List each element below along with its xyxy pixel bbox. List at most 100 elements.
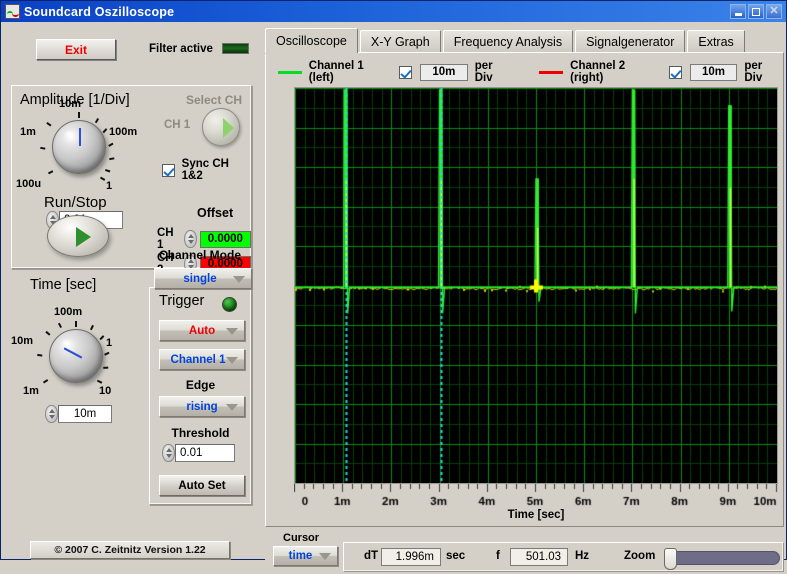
trigger-edge-dropdown[interactable]: rising [159,396,245,417]
waveform-plot[interactable] [294,87,778,484]
trigger-threshold-spinner[interactable]: 0.01 [162,444,235,462]
run-stop-button[interactable] [47,215,109,257]
trigger-threshold-field[interactable]: 0.01 [175,444,235,462]
copyright-label: © 2007 C. Zeitnitz Version 1.22 [30,541,230,559]
channel-legend-row: Channel 1 (left) 10m per Div Channel 2 (… [278,60,783,84]
knob-tick [75,321,77,327]
channel2-perdiv-field[interactable]: 10m [690,64,738,81]
cursor-label: Cursor [283,532,319,544]
channel1-perdiv-label: per Div [475,60,514,84]
time-dial-label-1m: 1m [23,385,39,397]
trigger-group: Trigger Auto Channel 1 Edge rising Thres… [149,287,252,505]
window-title: Soundcard Oszilloscope [24,5,174,19]
select-ch-knob[interactable] [202,108,240,146]
trigger-mode-dropdown[interactable]: Auto [159,320,245,341]
filter-active-label: Filter active [149,43,213,55]
knob-tick [109,157,114,159]
time-title: Time [sec] [30,277,96,293]
channel1-perdiv-field[interactable]: 10m [420,64,468,81]
select-ch-value-label: CH 1 [164,119,190,131]
tab-oscilloscope[interactable]: Oscilloscope [265,28,358,53]
waveform-canvas[interactable] [295,88,777,483]
channel1-label: Channel 1 (left) [309,60,391,84]
auto-set-button[interactable]: Auto Set [159,475,245,496]
time-value-field[interactable]: 10m [58,405,112,423]
amplitude-dial-label-10m: 10m [59,98,81,110]
time-dial-label-100m: 100m [54,306,82,318]
threshold-spin-arrows[interactable] [162,444,175,462]
time-spin-arrows[interactable] [45,405,58,423]
application-window: Soundcard Oszilloscope ✕ Exit Filter act… [0,0,787,560]
offset-ch1-spin-arrows[interactable] [184,230,196,248]
chevron-down-icon [226,404,238,411]
amplitude-dial-label-1: 1 [106,180,112,192]
amplitude-knob[interactable] [52,120,106,174]
offset-ch1-field[interactable]: 0.0000 [200,231,251,248]
knob-tick [58,323,62,328]
tab-extras[interactable]: Extras [687,30,744,53]
channel-mode-dropdown[interactable]: single [154,268,252,289]
knob-tick [108,143,113,147]
tab-signalgenerator[interactable]: Signalgenerator [575,30,685,53]
channel2-line-sample [539,71,563,74]
f-value-field: 501.03 [510,548,568,566]
trigger-source-dropdown[interactable]: Channel 1 [159,349,245,370]
chevron-down-icon [233,276,245,283]
knob-tick [40,147,45,149]
amplitude-knob-wrap: 10m 1m 100m 1 100u [12,86,162,206]
channel-mode-value: single [183,273,216,285]
oscilloscope-tab-panel: Channel 1 (left) 10m per Div Channel 2 (… [265,52,784,527]
zoom-slider[interactable] [664,551,780,565]
cursor-mode-dropdown[interactable]: time [273,546,338,566]
time-group: Time [sec] 100m 10m 1 10 1m 10m [11,277,142,437]
channel-mode-label: Channel Mode [159,248,241,262]
maximize-button[interactable] [748,4,764,19]
f-label: f [496,550,500,562]
tab-xy-graph[interactable]: X-Y Graph [360,30,441,53]
tab-frequency-analysis[interactable]: Frequency Analysis [443,30,573,53]
sync-ch-checkbox[interactable] [162,164,175,177]
title-bar: Soundcard Oszilloscope ✕ [1,1,786,22]
measurement-group: dT 1.996m sec f 501.03 Hz Zoom [343,542,784,572]
trigger-edge-value: rising [186,401,217,413]
trigger-title: Trigger [159,293,204,309]
exit-button[interactable]: Exit [36,39,116,60]
run-stop-label: Run/Stop [44,194,107,211]
knob-tick [37,354,42,356]
channel2-enable-checkbox[interactable] [669,66,682,79]
amplitude-dial-label-100u: 100u [16,178,41,190]
time-dial-label-10: 10 [99,385,111,397]
f-unit-label: Hz [575,550,589,562]
time-dial-label-10m: 10m [11,335,33,347]
x-axis [294,484,778,512]
offset-title: Offset [197,206,233,220]
amplitude-dial-label-100m: 100m [109,126,137,138]
x-axis-title: Time [sec] [294,509,778,521]
time-knob[interactable] [49,329,103,383]
close-button[interactable]: ✕ [766,4,782,19]
oscilloscope-icon [5,4,20,19]
channel1-enable-checkbox[interactable] [399,66,412,79]
zoom-label: Zoom [624,550,655,562]
knob-tick [103,128,107,133]
trigger-source-value: Channel 1 [171,354,226,366]
knob-tick [104,352,109,356]
x-axis-canvas [294,484,778,512]
knob-tick [78,112,80,118]
knob-tick [95,118,99,123]
knob-tick [90,325,94,330]
time-dial-label-1: 1 [106,337,112,349]
select-ch-title: Select CH [186,93,242,107]
minimize-button[interactable] [730,4,746,19]
chevron-down-icon [226,328,238,335]
time-value-spinner[interactable]: 10m [45,405,112,423]
left-control-panel: Exit Filter active Amplitude [1/Div] 10m… [1,22,259,560]
window-controls: ✕ [730,4,784,19]
knob-tick [45,331,50,335]
right-panel: Oscilloscope X-Y Graph Frequency Analysi… [259,22,787,560]
sync-ch-row[interactable]: Sync CH 1&2 [162,158,251,182]
channel1-line-sample [278,71,302,74]
zoom-slider-thumb[interactable] [664,548,677,570]
trigger-mode-value: Auto [189,325,215,337]
time-knob-pointer [64,347,83,358]
